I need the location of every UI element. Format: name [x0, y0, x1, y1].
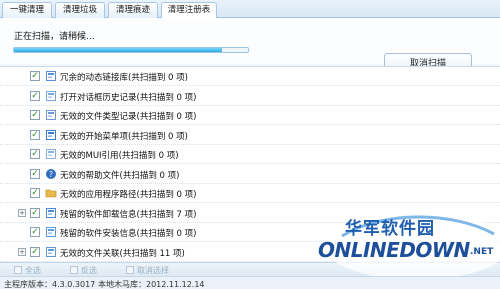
tab-clean-junk[interactable]: 清理垃圾	[55, 2, 105, 18]
invert-selection-icon	[70, 266, 78, 274]
registry-item-label: 冗余的动态链接库(共扫描到 0 项)	[60, 73, 188, 83]
item-checkbox[interactable]: ✓	[30, 149, 40, 159]
clear-selection-icon	[126, 266, 134, 274]
program-version: 主程序版本：4.3.0.3017	[4, 280, 96, 289]
registry-item-row[interactable]: ✓ 无效的MUI引用(共扫描到 0 项)	[0, 145, 500, 164]
registry-item-row[interactable]: ✓ 冗余的动态链接库(共扫描到 0 项)	[0, 67, 500, 86]
scan-panel: 正在扫描，请稍候... 取消扫描	[0, 18, 500, 75]
startmenu-icon	[46, 129, 56, 140]
watermark-en-text: ONLINEDOWN	[318, 238, 470, 262]
select-all-checkbox-icon	[14, 266, 22, 274]
tab-one-click-clean[interactable]: 一键清理	[2, 2, 52, 18]
clear-selection-label: 取消选择	[137, 266, 169, 275]
watermark-suffix-text: .NET	[470, 247, 494, 257]
registry-item-label: 残留的软件卸载信息(共扫描到 7 项)	[60, 209, 197, 220]
item-checkbox[interactable]: ✓	[30, 90, 40, 101]
dll-icon	[46, 71, 56, 81]
scan-progress-fill	[14, 48, 223, 52]
status-bar: 主程序版本：4.3.0.3017 本地木马库：2012.11.12.14	[0, 276, 500, 289]
svg-text:?: ?	[49, 170, 53, 179]
install-icon	[46, 227, 56, 237]
select-all-button[interactable]: 全选	[14, 265, 41, 276]
registry-item-label: 无效的文件关联(共扫描到 11 项)	[60, 248, 185, 259]
registry-item-row[interactable]: ✓ 打开对话框历史记录(共扫描到 0 项)	[0, 87, 500, 106]
item-checkbox[interactable]: ✓	[30, 168, 40, 179]
uninstall-icon	[46, 207, 56, 218]
item-checkbox[interactable]: ✓	[30, 207, 40, 218]
invert-selection-button[interactable]: 反选	[70, 265, 97, 276]
scan-status-text: 正在扫描，请稍候...	[14, 32, 95, 42]
item-checkbox[interactable]: ✓	[30, 246, 40, 257]
item-checkbox[interactable]: ✓	[30, 227, 40, 237]
scan-progress-bar	[13, 47, 249, 53]
registry-item-label: 无效的MUI引用(共扫描到 0 项)	[60, 151, 179, 161]
expand-icon[interactable]: +	[18, 208, 26, 217]
registry-item-row[interactable]: ✓? 无效的帮助文件(共扫描到 0 项)	[0, 165, 500, 184]
dialog-icon	[46, 90, 56, 101]
help-icon: ?	[46, 168, 56, 179]
item-checkbox[interactable]: ✓	[30, 110, 40, 120]
select-all-label: 全选	[25, 266, 41, 275]
folder-icon	[45, 189, 57, 198]
filetype-icon	[46, 110, 56, 120]
registry-item-row[interactable]: ✓ 无效的开始菜单项(共扫描到 0 项)	[0, 126, 500, 145]
trojan-db-version: 本地木马库：2012.11.12.14	[98, 280, 205, 289]
invert-selection-label: 反选	[81, 266, 97, 275]
registry-item-label: 打开对话框历史记录(共扫描到 0 项)	[60, 92, 197, 103]
item-checkbox[interactable]: ✓	[30, 188, 40, 198]
expand-icon[interactable]: +	[18, 247, 26, 256]
tab-clean-traces[interactable]: 清理痕迹	[108, 2, 158, 18]
item-checkbox[interactable]: ✓	[30, 129, 40, 140]
tab-bar: 一键清理 清理垃圾 清理痕迹 清理注册表	[0, 0, 500, 19]
watermark-cn-text: 华军软件园	[345, 219, 435, 239]
registry-item-label: 无效的帮助文件(共扫描到 0 项)	[60, 170, 180, 181]
item-checkbox[interactable]: ✓	[30, 71, 40, 81]
tab-clean-registry[interactable]: 清理注册表	[161, 2, 217, 19]
registry-item-row[interactable]: ✓ 无效的文件类型记录(共扫描到 0 项)	[0, 106, 500, 125]
registry-item-label: 无效的开始菜单项(共扫描到 0 项)	[60, 131, 188, 142]
registry-item-row[interactable]: ✓ 无效的应用程序路径(共扫描到 0 项)	[0, 184, 500, 203]
registry-item-label: 无效的应用程序路径(共扫描到 0 项)	[60, 190, 197, 200]
association-icon	[46, 246, 56, 257]
registry-item-label: 残留的软件安装信息(共扫描到 0 项)	[60, 229, 197, 239]
registry-item-label: 无效的文件类型记录(共扫描到 0 项)	[60, 112, 197, 122]
clear-selection-button[interactable]: 取消选择	[126, 265, 169, 276]
mui-icon	[46, 149, 56, 159]
